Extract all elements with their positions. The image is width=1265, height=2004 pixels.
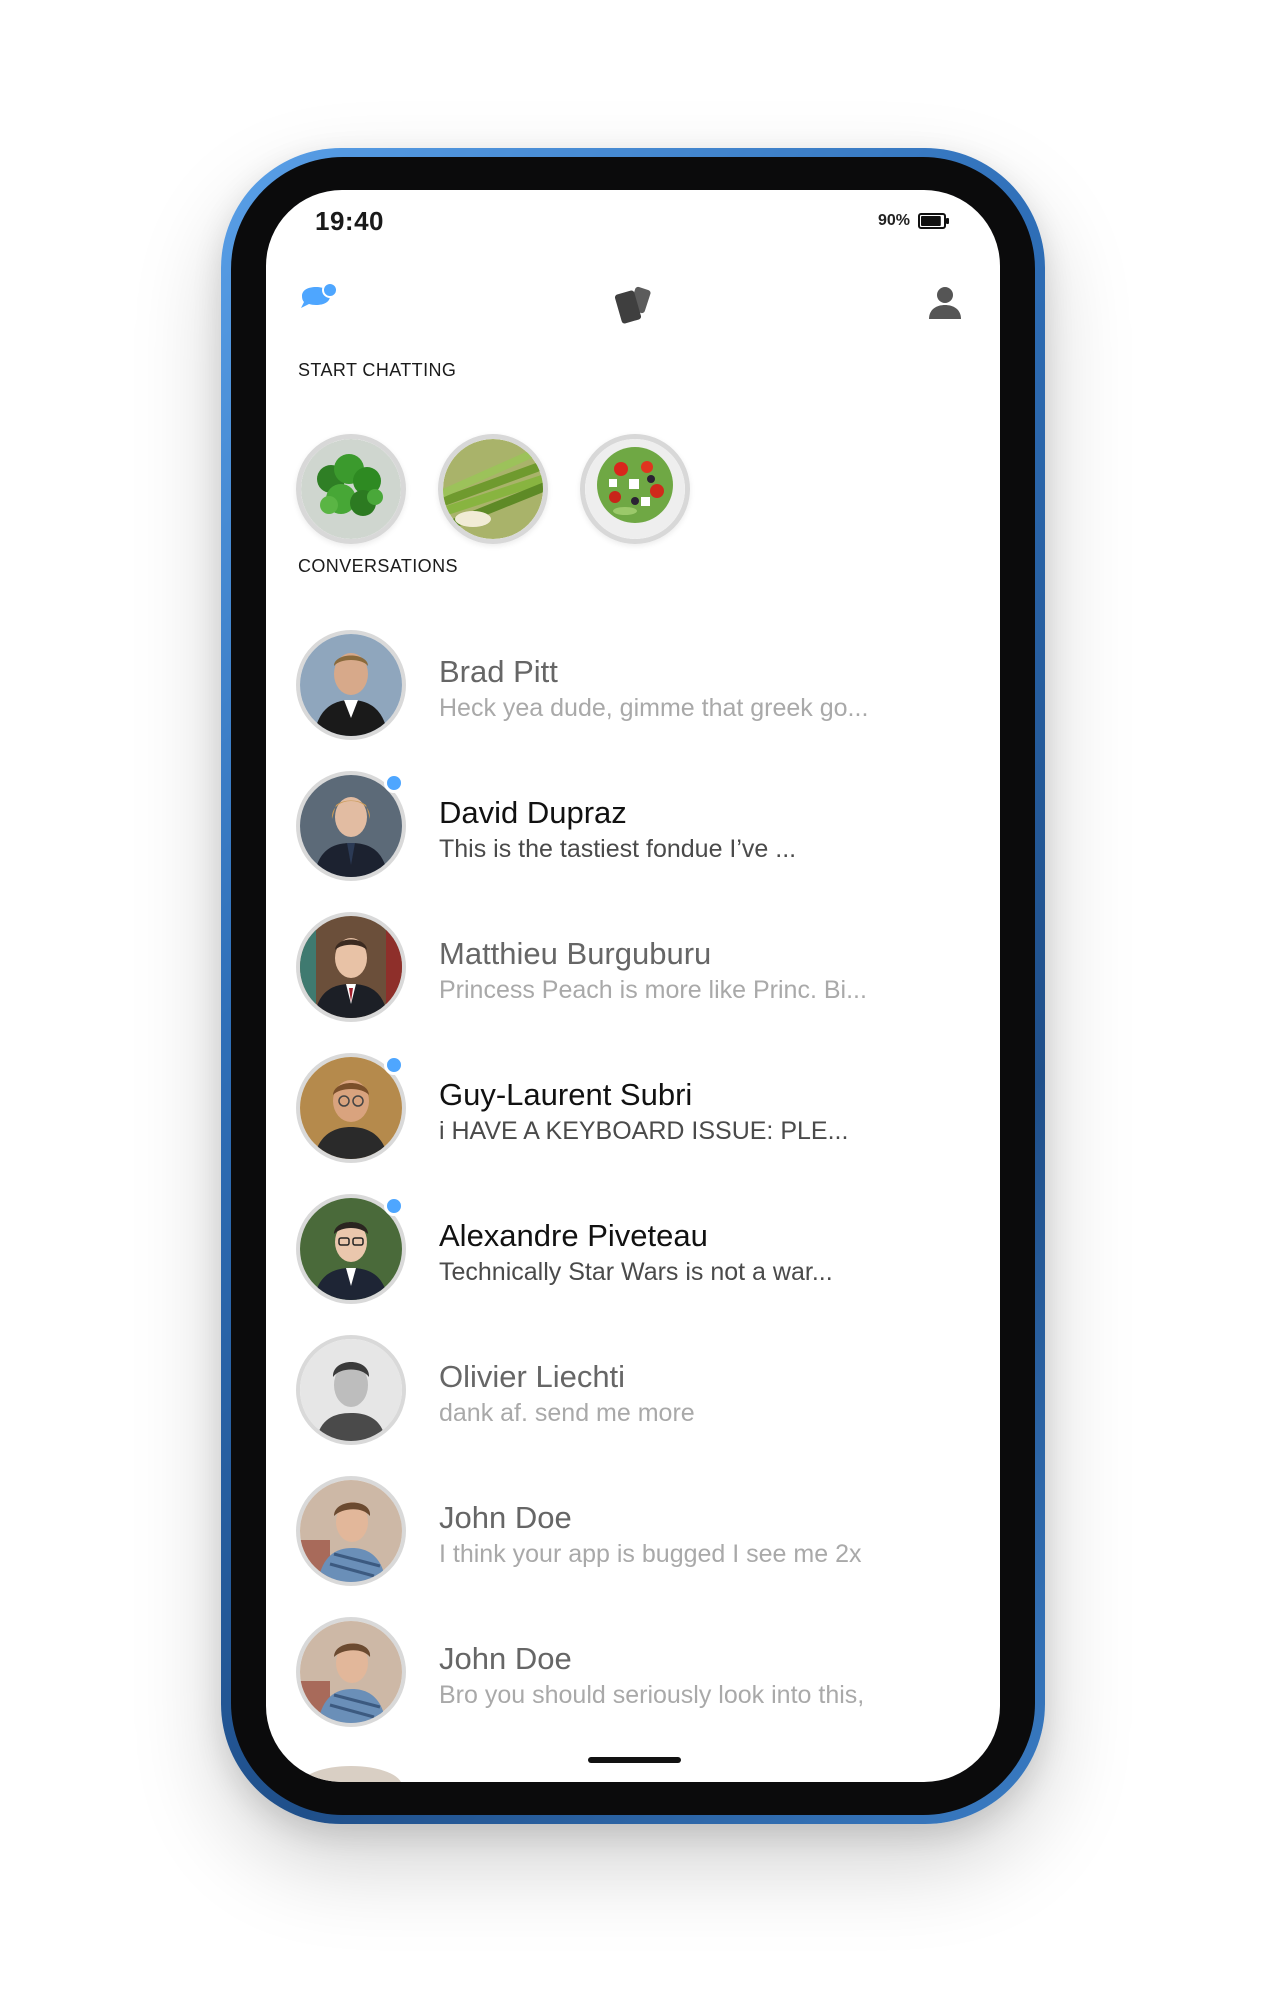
unread-indicator — [384, 1196, 404, 1216]
starter-asparagus[interactable] — [438, 434, 548, 544]
cards-icon[interactable] — [610, 282, 656, 330]
stage: 19:40 90% START CHATTING CONVERSATIONS B… — [0, 0, 1265, 2004]
broccoli-image — [301, 439, 401, 539]
battery-percent: 90% — [877, 212, 910, 229]
conversation-row[interactable]: John Doe I think your app is bugged I se… — [266, 1476, 1000, 1617]
user-icon[interactable] — [926, 284, 964, 322]
conversation-row[interactable]: John Doe Bro you should seriously look i… — [266, 1617, 1000, 1758]
conversation-name: David Dupraz — [439, 795, 627, 830]
conversation-preview: I think your app is bugged I see me 2x — [439, 1540, 862, 1568]
conversations-title: CONVERSATIONS — [298, 556, 458, 576]
conversation-row[interactable]: Olivier Liechti dank af. send me more — [266, 1335, 1000, 1476]
conversation-row[interactable]: Alexandre Piveteau Technically Star Wars… — [266, 1194, 1000, 1335]
conversation-name: Brad Pitt — [439, 654, 558, 689]
conversation-row[interactable]: Brad Pitt Heck yea dude, gimme that gree… — [266, 630, 1000, 771]
avatar — [296, 912, 406, 1022]
conversation-name: Matthieu Burguburu — [439, 936, 712, 971]
home-indicator[interactable] — [588, 1757, 681, 1763]
greek-salad-image — [585, 439, 685, 539]
avatar — [296, 1335, 406, 1445]
asparagus-image — [443, 439, 543, 539]
status-time: 19:40 — [315, 206, 384, 236]
conversation-preview: dank af. send me more — [439, 1399, 695, 1427]
conversation-row[interactable]: Guy-Laurent Subri i HAVE A KEYBOARD ISSU… — [266, 1053, 1000, 1194]
conversation-name: John Doe — [439, 1500, 572, 1535]
conversation-preview: This is the tastiest fondue I’ve ... — [439, 835, 797, 863]
conversation-preview: Technically Star Wars is not a war... — [439, 1258, 833, 1286]
conversation-preview: Princess Peach is more like Princ. Bi... — [439, 976, 867, 1004]
start-chatting-title: START CHATTING — [298, 360, 457, 380]
conversation-row[interactable]: David Dupraz This is the tastiest fondue… — [266, 771, 1000, 912]
avatar — [296, 630, 406, 740]
conversation-preview: i HAVE A KEYBOARD ISSUE: PLE... — [439, 1117, 849, 1145]
unread-indicator — [384, 1055, 404, 1075]
conversation-preview: Heck yea dude, gimme that greek go... — [439, 694, 869, 722]
start-chatting-list — [296, 434, 690, 544]
conversation-name: Olivier Liechti — [439, 1359, 626, 1394]
avatar — [296, 1476, 406, 1586]
unread-indicator — [384, 773, 404, 793]
conversation-preview: Bro you should seriously look into this, — [439, 1681, 865, 1709]
status-indicators: 90% — [878, 212, 950, 230]
starter-broccoli[interactable] — [296, 434, 406, 544]
avatar — [296, 1617, 406, 1727]
battery-icon — [918, 213, 949, 229]
starter-greek-salad[interactable] — [580, 434, 690, 544]
conversation-name: Alexandre Piveteau — [439, 1218, 708, 1253]
chat-bubbles-icon[interactable] — [296, 282, 342, 322]
conversation-name: John Doe — [439, 1641, 572, 1676]
conversation-list: Brad Pitt Heck yea dude, gimme that gree… — [266, 630, 1000, 1758]
partial-avatar — [300, 1766, 402, 1782]
conversation-row[interactable]: Matthieu Burguburu Princess Peach is mor… — [266, 912, 1000, 1053]
app-screen: 19:40 90% START CHATTING CONVERSATIONS B… — [266, 190, 1000, 1782]
conversation-name: Guy-Laurent Subri — [439, 1077, 693, 1112]
